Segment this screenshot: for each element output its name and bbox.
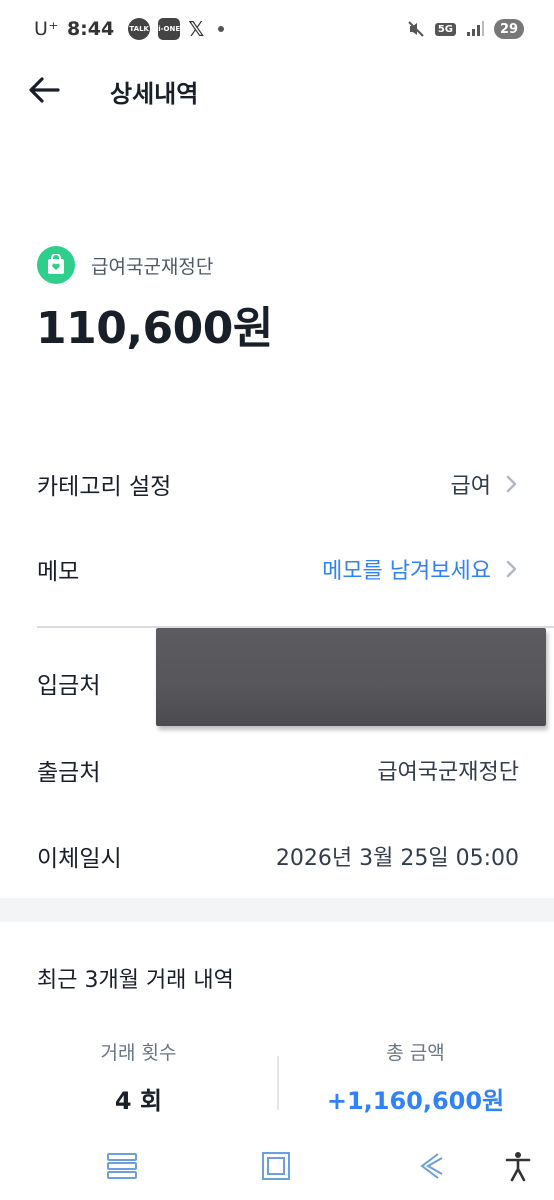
mute-icon bbox=[408, 21, 424, 37]
signal-icon bbox=[467, 21, 484, 36]
category-label: 카테고리 설정 bbox=[37, 474, 172, 500]
recent-apps-icon bbox=[107, 1153, 137, 1179]
withdraw-row: 출금처 급여국군재정단 bbox=[37, 740, 519, 800]
header: 상세내역 bbox=[0, 58, 554, 122]
x-icon: 𝕏 bbox=[188, 17, 205, 41]
recent-stats: 거래 횟수 4 회 총 금액 +1,160,600원 bbox=[0, 1036, 554, 1116]
status-time: 8:44 bbox=[66, 18, 115, 40]
datetime-row: 이체일시 2026년 3월 25일 05:00 bbox=[37, 826, 519, 886]
chevron-right-icon bbox=[506, 560, 517, 578]
memo-label: 메모 bbox=[37, 559, 80, 585]
datetime-label: 이체일시 bbox=[37, 846, 122, 872]
memo-value-group: 메모를 남겨보세요 bbox=[322, 553, 519, 585]
heart-bag-icon bbox=[48, 254, 64, 274]
section-gap bbox=[0, 898, 554, 922]
accessibility-button[interactable] bbox=[500, 1148, 536, 1184]
recent-history-title: 최근 3개월 거래 내역 bbox=[37, 968, 234, 993]
total-value: +1,160,600원 bbox=[326, 1087, 505, 1115]
status-bar-left: U⁺ 8:44 TALK i-ONE 𝕏 bbox=[34, 17, 225, 41]
category-row[interactable]: 카테고리 설정 급여 bbox=[37, 454, 519, 514]
ione-bank-icon: i-ONE bbox=[158, 18, 181, 40]
category-value: 급여 bbox=[450, 474, 491, 499]
payer-icon bbox=[37, 246, 75, 284]
memo-row[interactable]: 메모 메모를 남겨보세요 bbox=[37, 539, 519, 599]
payer-name: 급여국군재정단 bbox=[91, 255, 214, 278]
withdraw-value: 급여국군재정단 bbox=[377, 760, 519, 785]
total-amount-stat: 총 금액 +1,160,600원 bbox=[277, 1036, 554, 1116]
status-bar: U⁺ 8:44 TALK i-ONE 𝕏 5G 29 bbox=[0, 0, 554, 58]
arrow-left-icon bbox=[29, 77, 60, 103]
network-type-badge: 5G bbox=[434, 22, 456, 36]
accessibility-icon bbox=[505, 1152, 531, 1182]
deposit-label: 입금처 bbox=[37, 673, 101, 699]
datetime-value: 2026년 3월 25일 05:00 bbox=[275, 846, 519, 871]
transaction-amount: 110,600원 bbox=[36, 303, 273, 354]
system-nav-bar bbox=[0, 1130, 554, 1200]
transaction-count-stat: 거래 횟수 4 회 bbox=[0, 1036, 277, 1116]
redaction-block bbox=[156, 628, 546, 726]
talk-icon: TALK bbox=[128, 18, 151, 40]
payer-row: 급여국군재정단 bbox=[37, 246, 213, 284]
page-title: 상세내역 bbox=[110, 80, 199, 108]
transaction-detail-screen: U⁺ 8:44 TALK i-ONE 𝕏 5G 29 상세내역 급여국군재정단 … bbox=[0, 0, 554, 1200]
count-label: 거래 횟수 bbox=[100, 1042, 177, 1064]
chevron-right-icon bbox=[506, 475, 517, 493]
withdraw-label: 출금처 bbox=[37, 760, 101, 786]
more-notifications-dot-icon bbox=[218, 26, 225, 32]
back-chevron-icon bbox=[420, 1153, 443, 1179]
status-bar-right: 5G 29 bbox=[407, 19, 524, 39]
carrier-label: U⁺ bbox=[34, 18, 59, 40]
recent-apps-button[interactable] bbox=[104, 1148, 140, 1184]
total-label: 총 금액 bbox=[386, 1042, 445, 1064]
battery-indicator: 29 bbox=[494, 19, 524, 39]
memo-placeholder: 메모를 남겨보세요 bbox=[322, 559, 491, 584]
count-value: 4 회 bbox=[114, 1087, 163, 1115]
back-nav-button[interactable] bbox=[412, 1148, 448, 1184]
category-value-group: 급여 bbox=[451, 468, 519, 500]
home-button[interactable] bbox=[258, 1148, 294, 1184]
back-button[interactable] bbox=[26, 72, 62, 108]
home-square-icon bbox=[262, 1152, 290, 1180]
